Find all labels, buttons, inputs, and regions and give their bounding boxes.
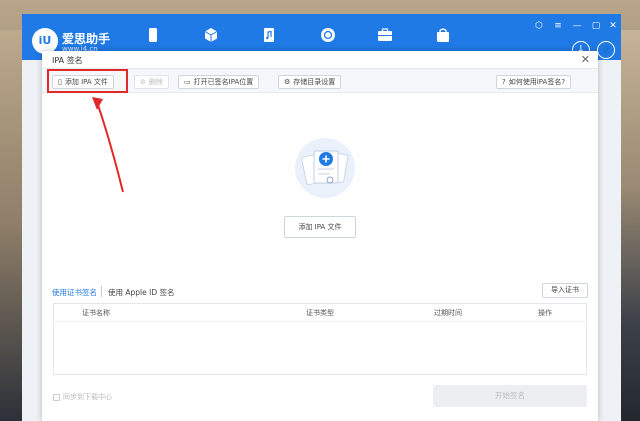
user-icon[interactable]: 👤 bbox=[597, 41, 615, 59]
open-signed-location-label: 打开已签名IPA位置 bbox=[193, 78, 254, 86]
refresh-icon[interactable] bbox=[318, 25, 338, 45]
tab-apple-id-sign[interactable]: 使用 Apple ID 签名 bbox=[108, 287, 175, 298]
menu-icon[interactable]: ≡ bbox=[552, 20, 564, 32]
dialog-header: IPA 签名 ✕ bbox=[42, 51, 598, 69]
gear-icon: ⚙ bbox=[284, 78, 291, 86]
minimize-icon[interactable]: — bbox=[571, 20, 583, 32]
column-header: 过期时间 bbox=[434, 309, 462, 317]
help-icon: ? bbox=[502, 78, 506, 86]
column-header: 证书名称 bbox=[82, 309, 110, 317]
sync-checkbox[interactable] bbox=[53, 393, 60, 401]
delete-button[interactable]: ⊘ 删除 bbox=[134, 75, 169, 89]
bag-icon[interactable] bbox=[433, 25, 453, 45]
sync-label: 同步到下载中心 bbox=[63, 393, 112, 401]
how-to-button[interactable]: ? 如何使用IPA签名? bbox=[496, 75, 572, 89]
maximize-icon[interactable]: ▢ bbox=[590, 20, 602, 32]
dialog-close-icon[interactable]: ✕ bbox=[581, 53, 590, 66]
close-icon[interactable]: ✕ bbox=[607, 20, 619, 32]
add-ipa-center-button[interactable]: 添加 IPA 文件 bbox=[284, 216, 356, 238]
start-sign-button[interactable]: 开始签名 bbox=[433, 385, 587, 407]
sync-option[interactable]: 同步到下载中心 bbox=[53, 392, 112, 402]
tab-cert-sign[interactable]: 使用证书签名 bbox=[52, 287, 97, 298]
column-header: 证书类型 bbox=[306, 309, 334, 317]
highlight-box bbox=[47, 69, 128, 93]
import-cert-button[interactable]: 导入证书 bbox=[542, 283, 588, 298]
table-header: 证书名称 证书类型 过期时间 操作 bbox=[54, 304, 586, 322]
trash-icon: ⊘ bbox=[140, 78, 146, 86]
phone-icon[interactable] bbox=[143, 25, 163, 45]
cert-table: 证书名称 证书类型 过期时间 操作 bbox=[53, 303, 587, 375]
column-header: 操作 bbox=[538, 309, 552, 317]
storage-settings-button[interactable]: ⚙ 存储目录设置 bbox=[278, 75, 342, 89]
folder-icon: ▭ bbox=[184, 78, 191, 86]
document-illustration-icon bbox=[295, 138, 355, 198]
desktop-edge-left bbox=[0, 30, 22, 421]
ipa-sign-dialog: IPA 签名 ✕ ▯ 添加 IPA 文件 ⊘ 删除 ▭ 打开已签名IPA位置 ⚙… bbox=[42, 51, 598, 421]
open-signed-location-button[interactable]: ▭ 打开已签名IPA位置 bbox=[178, 75, 260, 89]
how-to-label: 如何使用IPA签名? bbox=[508, 78, 566, 86]
music-file-icon[interactable] bbox=[259, 25, 279, 45]
delete-label: 删除 bbox=[148, 78, 163, 86]
skin-icon[interactable]: ⬡ bbox=[533, 20, 545, 32]
dialog-title: IPA 签名 bbox=[52, 56, 83, 65]
tab-divider bbox=[101, 286, 102, 297]
toolbox-icon[interactable] bbox=[375, 25, 395, 45]
storage-settings-label: 存储目录设置 bbox=[293, 78, 336, 86]
cube-icon[interactable] bbox=[201, 25, 221, 45]
